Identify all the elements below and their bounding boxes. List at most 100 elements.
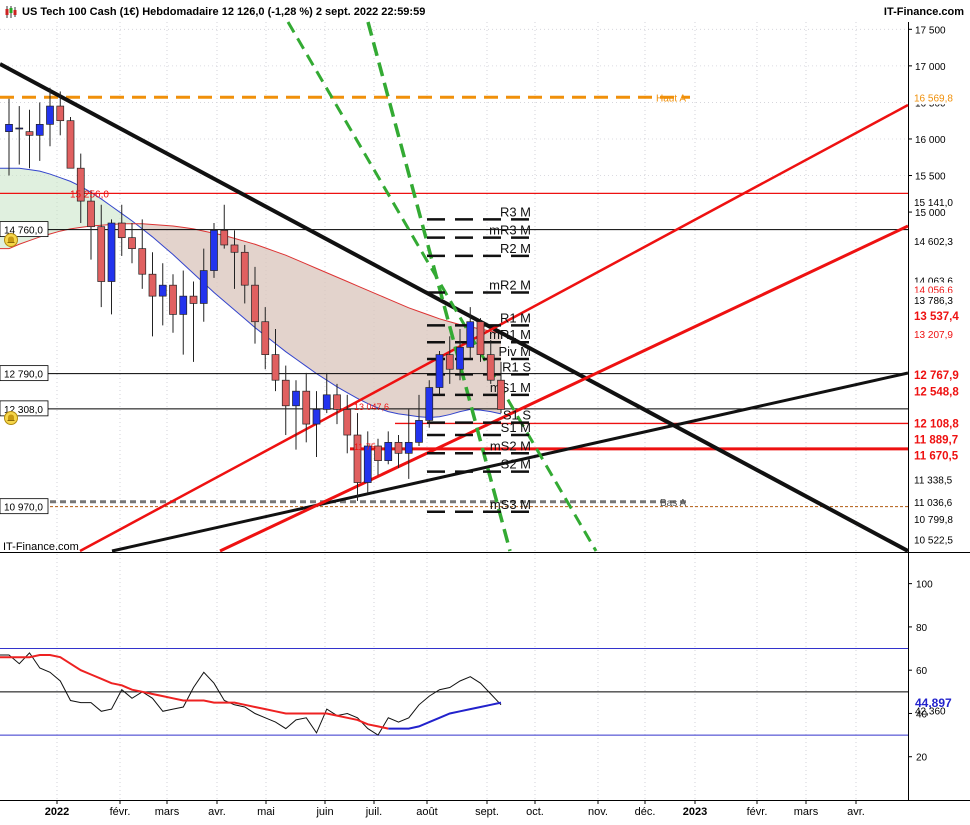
price-label: 11 889,7 <box>914 434 958 446</box>
time-tick-label: sept. <box>475 806 499 818</box>
price-label: 16 569,8 <box>914 93 953 104</box>
alert-bell-icon[interactable] <box>4 233 18 247</box>
price-label: 12 767,9 <box>914 370 959 382</box>
candle-bear <box>169 284 177 315</box>
price-label: 14 602,3 <box>914 237 953 248</box>
candle-bear <box>497 379 505 410</box>
level-label: 15 256,0 <box>70 189 109 200</box>
candle-bear <box>148 273 157 297</box>
candle-bear <box>138 248 147 275</box>
time-tick-label: mars <box>794 806 819 818</box>
pivot-label: mS1 M <box>490 380 531 395</box>
pivot-label: S1 M <box>501 420 531 435</box>
candle-bear <box>66 120 75 169</box>
time-tick-label: 2023 <box>683 806 707 818</box>
candle-bull <box>435 354 444 388</box>
candle-bear <box>261 321 270 355</box>
level-label: 13 047,6 <box>354 402 389 412</box>
pivot-label: R2 M <box>500 241 531 256</box>
oscillator-tick-label: 60 <box>916 666 928 677</box>
candle-bull <box>292 390 300 407</box>
pivot-label: R3 M <box>500 204 531 219</box>
candle-bull <box>158 284 167 297</box>
time-tick-label: mai <box>257 806 275 818</box>
candle-bull <box>5 123 13 133</box>
chart-header: US Tech 100 Cash (1€) Hebdomadaire 12 12… <box>0 0 970 26</box>
candle-bear <box>189 295 198 304</box>
price-label: 13 537,4 <box>914 311 959 323</box>
time-tick-label: juin <box>315 806 333 818</box>
alert-bell-icon[interactable] <box>4 411 18 425</box>
chart-svg: R3 M mR3 M R2 M mR2 M R1 M mR1 M Piv MR1 S mS1 … <box>0 0 970 820</box>
candle-bear <box>486 354 495 381</box>
candle-bull <box>15 127 24 130</box>
price-label: 15 141,0 <box>914 198 953 209</box>
price-label: 10 522,5 <box>914 535 953 546</box>
oscillator-tick-label: 80 <box>916 623 928 634</box>
pivot-label: R1 S <box>502 359 531 374</box>
pivot-label: Piv M <box>499 344 532 359</box>
candle-bear <box>128 237 136 249</box>
price-tick-label: 15 000 <box>915 208 946 219</box>
time-tick-label: déc. <box>635 806 656 818</box>
candle-bear <box>281 379 290 407</box>
price-tick-label: 17 000 <box>915 62 946 73</box>
price-label: 11 338,5 <box>914 476 953 487</box>
price-tick-label: 15 500 <box>915 172 946 183</box>
price-label: 10 799,8 <box>914 515 953 526</box>
time-tick-label: 2022 <box>45 806 69 818</box>
price-label: 13 207,9 <box>914 330 953 341</box>
chart-title: US Tech 100 Cash (1€) Hebdomadaire 12 12… <box>22 6 426 18</box>
level-label: Bas A <box>660 498 686 509</box>
candle-bull <box>415 420 423 443</box>
candle-bull <box>404 441 413 454</box>
candle-bull <box>466 321 475 348</box>
oscillator-value-label: 42,360 <box>915 706 946 717</box>
price-label: 11 036,6 <box>914 498 953 509</box>
candle-bull <box>179 295 188 315</box>
pivot-label: mR1 M <box>489 327 531 342</box>
candle-bear <box>220 229 229 246</box>
candle-bull <box>199 270 208 304</box>
pivot-label: mS3 M <box>490 497 531 512</box>
pivot-label: R1 M <box>500 310 531 325</box>
candle-bear <box>117 222 126 239</box>
price-label: 11 670,5 <box>914 450 959 462</box>
time-tick-label: nov. <box>588 806 608 818</box>
price-label: 12 108,8 <box>914 418 959 430</box>
time-tick-label: mars <box>155 806 180 818</box>
level-label: 11 75 <box>354 442 376 452</box>
level-label: 10 970,0 <box>4 503 43 514</box>
price-tick-label: 17 500 <box>915 25 946 36</box>
candle-bull <box>312 409 321 425</box>
candle-bull <box>425 387 434 421</box>
time-tick-label: juil. <box>365 806 383 818</box>
time-tick-label: août <box>416 806 437 818</box>
price-label: 12 548,8 <box>914 386 959 398</box>
candle-bull <box>107 222 116 282</box>
time-tick-label: avr. <box>208 806 226 818</box>
oscillator-tick-label: 20 <box>916 753 928 764</box>
candle-bear <box>25 131 34 136</box>
time-tick-label: févr. <box>110 806 131 818</box>
chart-stage: R3 M mR3 M R2 M mR2 M R1 M mR1 M Piv M R1 S mS1 … <box>0 0 970 820</box>
time-tick-label: févr. <box>747 806 768 818</box>
pivot-label: mR2 M <box>489 277 531 292</box>
oscillator-tick-label: 100 <box>916 580 933 591</box>
pivot-label: mS2 M <box>490 438 531 453</box>
time-tick-label: oct. <box>526 806 544 818</box>
candle-bear <box>240 251 249 286</box>
candlestick-logo-icon <box>5 6 17 18</box>
candle-bull <box>35 123 44 136</box>
watermark: IT-Finance.com <box>3 541 79 553</box>
candle-bear <box>97 226 106 282</box>
pivot-label: S2 M <box>501 457 531 472</box>
candle-bear <box>445 354 454 370</box>
price-tick-label: 16 000 <box>915 135 946 146</box>
level-label: Haut A <box>656 93 686 104</box>
brand-name: IT-Finance.com <box>883 6 964 18</box>
candle-bull <box>456 346 464 370</box>
time-tick-label: avr. <box>847 806 865 818</box>
candle-bear <box>476 321 485 355</box>
candle-bear <box>56 105 65 122</box>
